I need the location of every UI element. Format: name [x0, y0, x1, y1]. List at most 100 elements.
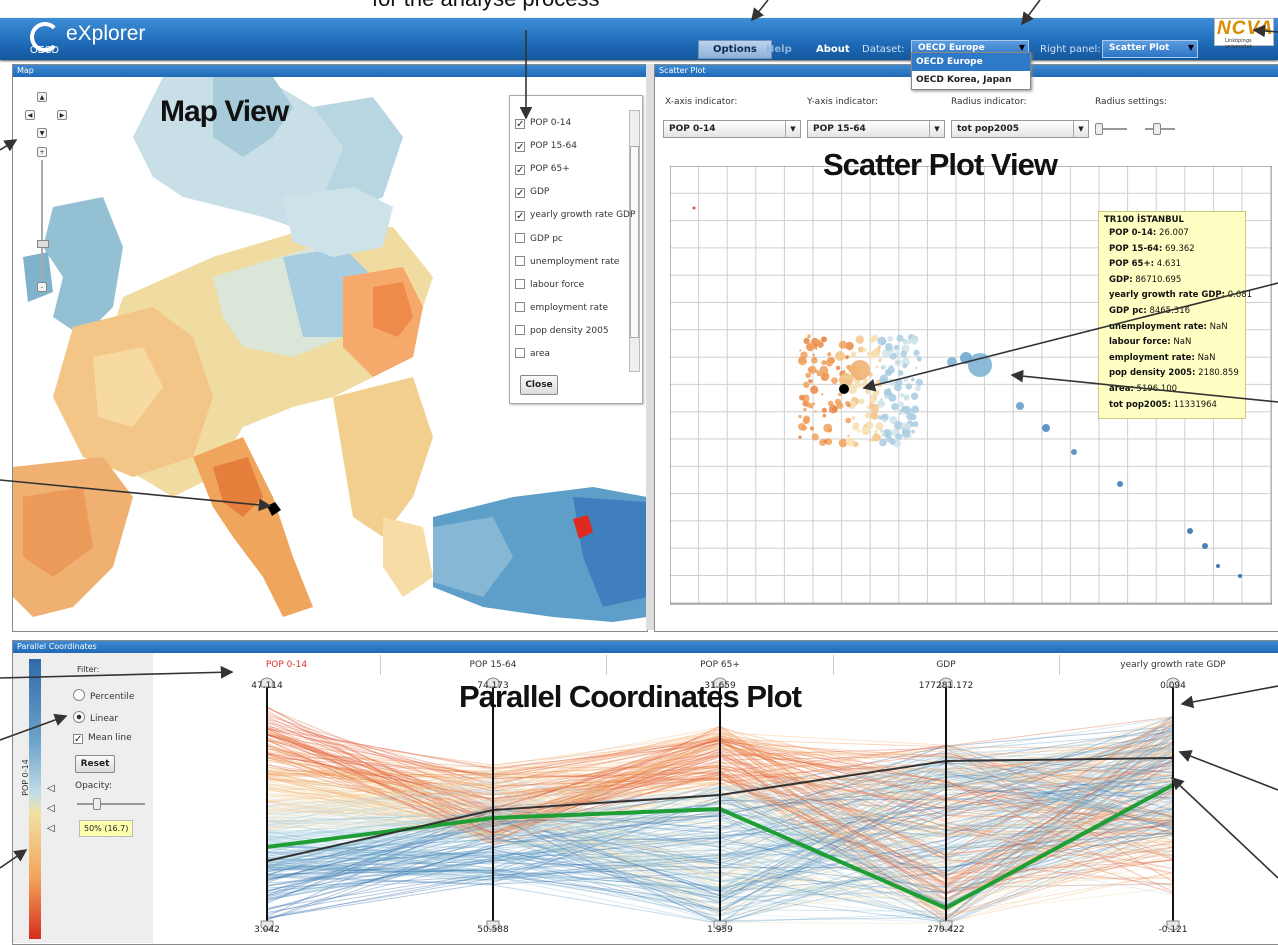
- scatter-point[interactable]: [845, 417, 852, 424]
- scatter-point[interactable]: [869, 395, 877, 404]
- checkbox-empty-icon[interactable]: [515, 348, 525, 358]
- scatter-point[interactable]: [882, 418, 887, 423]
- mean-line-checkbox[interactable]: ✓ Mean line: [73, 733, 132, 745]
- zoom-slider-handle[interactable]: [37, 240, 49, 248]
- opacity-slider[interactable]: [77, 803, 145, 805]
- scatter-point[interactable]: [910, 429, 915, 434]
- y-axis-select[interactable]: POP 15-64 ▼: [807, 120, 945, 138]
- scatter-point[interactable]: [1216, 564, 1220, 568]
- scatter-point[interactable]: [1202, 543, 1208, 549]
- indicator-item[interactable]: ✓ GDP: [515, 187, 549, 199]
- indicator-list-scroll-thumb[interactable]: [630, 146, 639, 338]
- zoom-in-button[interactable]: +: [37, 147, 47, 157]
- scatter-point[interactable]: [900, 350, 907, 358]
- scatter-point[interactable]: [887, 335, 894, 342]
- scatter-point[interactable]: [811, 433, 819, 441]
- scatter-point[interactable]: [827, 400, 834, 407]
- scatter-point[interactable]: [916, 356, 922, 362]
- scatter-point[interactable]: [875, 381, 880, 386]
- scatter-point[interactable]: [827, 352, 832, 357]
- scatter-point[interactable]: [812, 402, 816, 406]
- scatter-point[interactable]: [889, 353, 897, 360]
- scatter-point[interactable]: [867, 351, 875, 360]
- checkbox-empty-icon[interactable]: [515, 233, 525, 243]
- scatter-point[interactable]: [799, 349, 802, 352]
- indicator-item[interactable]: GDP pc: [515, 233, 563, 244]
- scatter-point[interactable]: [821, 407, 827, 413]
- scatter-point[interactable]: [862, 348, 867, 352]
- scatter-point[interactable]: [910, 392, 919, 400]
- scatter-point[interactable]: [900, 422, 907, 429]
- scatter-point[interactable]: [910, 336, 919, 345]
- scatter-point[interactable]: [891, 402, 899, 411]
- scatter-point[interactable]: [822, 372, 830, 380]
- close-button[interactable]: Close: [520, 375, 558, 395]
- scatter-point[interactable]: [815, 347, 818, 351]
- scatter-point[interactable]: [803, 381, 810, 388]
- radius-indicator-select[interactable]: tot pop2005 ▼: [951, 120, 1089, 138]
- pan-left-button[interactable]: ◀: [25, 110, 35, 120]
- scatter-point[interactable]: [906, 412, 914, 421]
- scatter-point[interactable]: [878, 358, 882, 362]
- scatter-point[interactable]: [893, 344, 900, 351]
- radius-min-handle[interactable]: [1095, 123, 1103, 135]
- pan-up-button[interactable]: ▲: [37, 92, 47, 102]
- zoom-slider-track[interactable]: [41, 160, 43, 280]
- dataset-dropdown[interactable]: OECD Europe OECD Korea, Japan: [911, 52, 1031, 90]
- scatter-point[interactable]: [1016, 402, 1024, 410]
- scatter-point[interactable]: [845, 437, 855, 447]
- help-menu-button[interactable]: Help: [766, 44, 792, 55]
- scatter-point[interactable]: [852, 424, 859, 431]
- scatter-point[interactable]: [798, 414, 802, 419]
- scatter-point[interactable]: [960, 352, 972, 364]
- scatter-point[interactable]: [902, 363, 908, 369]
- scatter-point[interactable]: [869, 402, 874, 408]
- scatter-point[interactable]: [805, 342, 815, 351]
- scatter-point[interactable]: [808, 379, 813, 384]
- scatter-point[interactable]: [910, 377, 915, 382]
- percentile-radio[interactable]: Percentile: [73, 689, 134, 702]
- scatter-point[interactable]: [915, 378, 923, 387]
- axis-header[interactable]: POP 0-14: [193, 655, 381, 675]
- axis-header[interactable]: GDP: [833, 655, 1060, 675]
- scatter-point[interactable]: [888, 378, 896, 386]
- scatter-point[interactable]: [914, 366, 918, 370]
- scatter-point[interactable]: [885, 343, 893, 351]
- scatter-point[interactable]: [880, 356, 883, 360]
- scatter-point[interactable]: [806, 401, 810, 405]
- scatter-point[interactable]: [869, 336, 876, 343]
- scatter-point[interactable]: [903, 377, 909, 383]
- scatter-point[interactable]: [898, 401, 904, 407]
- indicator-item[interactable]: ✓ POP 0-14: [515, 118, 571, 130]
- scatter-point[interactable]: [835, 351, 845, 361]
- indicator-item[interactable]: pop density 2005: [515, 325, 609, 336]
- scatter-point[interactable]: [821, 336, 828, 343]
- scatter-point[interactable]: [816, 371, 822, 377]
- scatter-point[interactable]: [812, 353, 815, 357]
- scatter-point[interactable]: [896, 334, 904, 342]
- legend-marker-icon[interactable]: ◁: [47, 783, 55, 794]
- legend-marker-icon[interactable]: ◁: [47, 823, 55, 834]
- scatter-point[interactable]: [847, 434, 850, 437]
- scatter-point[interactable]: [875, 422, 884, 431]
- scatter-point[interactable]: [843, 369, 846, 372]
- scatter-point[interactable]: [851, 415, 856, 420]
- scatter-point[interactable]: [912, 421, 919, 428]
- scatter-point[interactable]: [845, 355, 849, 360]
- scatter-point[interactable]: [821, 360, 827, 366]
- scatter-point[interactable]: [888, 393, 897, 402]
- scatter-point[interactable]: [857, 429, 861, 433]
- linear-radio[interactable]: Linear: [73, 711, 118, 724]
- scatter-point[interactable]: [858, 398, 865, 405]
- scatter-point[interactable]: [877, 336, 887, 346]
- scatter-point[interactable]: [907, 376, 910, 379]
- parallel-coordinates-plot[interactable]: [153, 675, 1278, 944]
- scatter-point[interactable]: [877, 345, 881, 349]
- scatter-point[interactable]: [1117, 481, 1123, 487]
- scatter-point[interactable]: [870, 411, 879, 420]
- checkbox-empty-icon[interactable]: [515, 302, 525, 312]
- checkbox-checked-icon[interactable]: ✓: [515, 188, 525, 199]
- scatter-point[interactable]: [897, 370, 904, 376]
- scatter-point[interactable]: [798, 435, 802, 440]
- scatter-point[interactable]: [886, 436, 893, 443]
